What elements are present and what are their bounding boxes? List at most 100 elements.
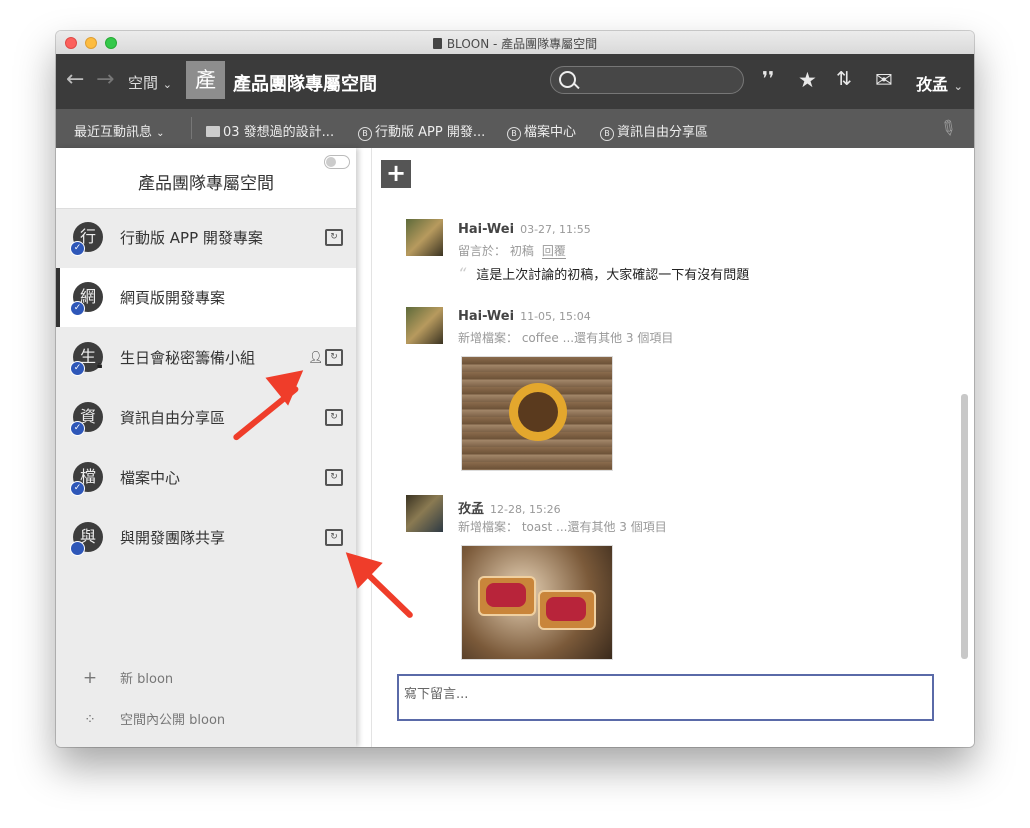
check-icon: ✓: [70, 301, 85, 316]
check-icon: ✓: [70, 421, 85, 436]
divider: [191, 117, 192, 139]
sidebar-item-birthday[interactable]: 生 ✓ 🔒︎ 生日會秘密籌備小組 👤︎ ↻: [56, 328, 356, 387]
footprints-icon[interactable]: ❜❜: [762, 68, 774, 90]
sidebar-item-label: 檔案中心: [120, 469, 181, 487]
search-input[interactable]: [550, 66, 744, 94]
plus-icon: +: [82, 668, 98, 688]
coffee-cup-shape: [509, 383, 567, 441]
user-name: 孜孟: [916, 75, 949, 94]
spaces-label: 空間: [128, 74, 159, 92]
feed-scrollbar[interactable]: [961, 394, 968, 659]
post-header: Hai-Wei 03-27, 11:55: [458, 222, 591, 237]
bookmark-item[interactable]: B 行動版 APP 開發...: [358, 121, 485, 141]
post-author[interactable]: 孜孟: [458, 502, 484, 517]
new-bloon-label: 新 bloon: [120, 672, 174, 687]
space-avatar[interactable]: 產: [186, 61, 225, 99]
search-icon: [559, 71, 576, 88]
toast-shape: [478, 576, 536, 616]
chevron-down-icon: ⌄: [953, 80, 963, 93]
star-icon[interactable]: ★: [798, 68, 817, 92]
sync-icon[interactable]: ↻: [325, 229, 343, 246]
toast-image[interactable]: [461, 545, 613, 660]
window-title: BLOON - 產品團隊專屬空間: [56, 35, 974, 52]
post-meta: 新增檔案： toast ...還有其他 3 個項目: [458, 518, 667, 535]
bookmark-item[interactable]: B 檔案中心: [507, 121, 576, 141]
recent-messages-dropdown[interactable]: 最近互動訊息 ⌄: [74, 121, 165, 140]
sidebar-item-web[interactable]: 網 ✓ 網頁版開發專案: [56, 268, 356, 327]
post-date: 03-27, 11:55: [520, 223, 591, 236]
collapsed-panel-strip: [356, 148, 372, 747]
mail-icon[interactable]: ✉: [875, 68, 893, 92]
space-name: 產品團隊專屬空間: [233, 74, 377, 95]
avatar[interactable]: [406, 307, 443, 344]
back-icon[interactable]: ←: [66, 67, 84, 92]
avatar[interactable]: [406, 219, 443, 256]
bookmark-label: 03 發想過的設計...: [223, 125, 335, 140]
bookmark-label: 檔案中心: [524, 125, 577, 140]
check-icon: ✓: [70, 361, 85, 376]
user-menu[interactable]: 孜孟 ⌄: [916, 71, 963, 95]
sync-icon[interactable]: ↻: [325, 529, 343, 546]
public-bloon-label: 空間內公開 bloon: [120, 713, 226, 728]
sync-icon[interactable]: ↻: [325, 349, 343, 366]
title-bar: BLOON - 產品團隊專屬空間: [56, 31, 974, 55]
sidebar-item-info-share[interactable]: 資 ✓ 資訊自由分享區 ↻: [56, 388, 356, 447]
add-button[interactable]: +: [381, 160, 411, 188]
bloon-sidebar: 產品團隊專屬空間 行 ✓ 行動版 APP 開發專案 ↻ 網 ✓ 網頁版開發專案 …: [56, 148, 356, 747]
comment-input[interactable]: 寫下留言...: [397, 674, 934, 721]
more-items-link[interactable]: ...還有其他 3 個項目: [563, 331, 674, 345]
post-author[interactable]: Hai-Wei: [458, 222, 514, 237]
avatar[interactable]: [406, 495, 443, 532]
coffee-image[interactable]: [461, 356, 613, 471]
sync-icon[interactable]: ↻: [325, 409, 343, 426]
sidebar-header: 產品團隊專屬空間: [56, 148, 356, 209]
bookmark-label: 資訊自由分享區: [617, 125, 709, 140]
post-date: 11-05, 15:04: [520, 310, 591, 323]
spaces-dropdown[interactable]: 空間 ⌄: [128, 72, 172, 93]
quote-icon: “: [458, 264, 467, 283]
post-meta-text: 留言於： 初稿: [458, 244, 534, 258]
post-meta-text: 新增檔案： coffee: [458, 331, 559, 345]
feed-panel: + Hai-Wei 03-27, 11:55 留言於： 初稿 回覆 “ 這是上次討論的…: [372, 148, 974, 747]
chevron-down-icon: ⌄: [156, 128, 165, 139]
folder-icon: [206, 126, 220, 137]
post-meta: 新增檔案： coffee ...還有其他 3 個項目: [458, 329, 673, 346]
bookmarks-bar: 最近互動訊息 ⌄ 03 發想過的設計... B 行動版 APP 開發... B 檔案…: [56, 109, 974, 148]
sort-icon[interactable]: ⇅: [836, 68, 852, 90]
pin-icon[interactable]: ✎: [935, 113, 962, 142]
sync-icon[interactable]: ↻: [325, 469, 343, 486]
sidebar-item-label: 行動版 APP 開發專案: [120, 229, 263, 247]
b-circle-icon: B: [600, 127, 614, 141]
post-header: 孜孟 12-28, 15:26: [458, 498, 561, 517]
lock-icon: 🔒︎: [97, 360, 103, 371]
post-header: Hai-Wei 11-05, 15:04: [458, 309, 591, 324]
recent-label: 最近互動訊息: [74, 125, 153, 140]
app-window: BLOON - 產品團隊專屬空間 ← → 空間 ⌄ 產 產品團隊專屬空間 ❜❜ …: [56, 31, 974, 747]
forward-icon[interactable]: →: [96, 67, 114, 92]
sidebar-item-label: 資訊自由分享區: [120, 409, 226, 427]
person-icon: 👤︎: [308, 350, 324, 364]
post-meta-text: 新增檔案： toast: [458, 520, 553, 534]
post-meta: 留言於： 初稿 回覆: [458, 242, 566, 259]
bookmark-label: 行動版 APP 開發...: [375, 125, 486, 140]
comment-placeholder: 寫下留言...: [404, 687, 469, 702]
new-bloon-button[interactable]: + 新 bloon: [80, 668, 173, 688]
reply-link[interactable]: 回覆: [541, 244, 566, 259]
bookmark-item[interactable]: B 資訊自由分享區: [600, 121, 708, 141]
window-title-text: BLOON - 產品團隊專屬空間: [446, 37, 598, 51]
sidebar-item-label: 生日會秘密籌備小組: [120, 349, 256, 367]
sidebar-toggle[interactable]: [324, 155, 350, 169]
sidebar-item-file-center[interactable]: 檔 ✓ 檔案中心 ↻: [56, 448, 356, 507]
public-bloon-button[interactable]: ⁘ 空間內公開 bloon: [80, 709, 225, 728]
more-items-link[interactable]: ...還有其他 3 個項目: [556, 520, 667, 534]
app-icon: [432, 38, 442, 49]
check-icon: ✓: [70, 241, 85, 256]
status-dot-icon: [70, 541, 85, 556]
sidebar-item-shared-dev[interactable]: 與 與開發團隊共享 ↻: [56, 508, 356, 567]
b-circle-icon: B: [507, 127, 521, 141]
sidebar-item-mobile-app[interactable]: 行 ✓ 行動版 APP 開發專案 ↻: [56, 208, 356, 267]
bookmark-item[interactable]: 03 發想過的設計...: [206, 121, 334, 140]
b-circle-icon: B: [358, 127, 372, 141]
post-author[interactable]: Hai-Wei: [458, 309, 514, 324]
main-toolbar: ← → 空間 ⌄ 產 產品團隊專屬空間 ❜❜ ★ ⇅ ✉ 孜孟 ⌄: [56, 54, 974, 109]
